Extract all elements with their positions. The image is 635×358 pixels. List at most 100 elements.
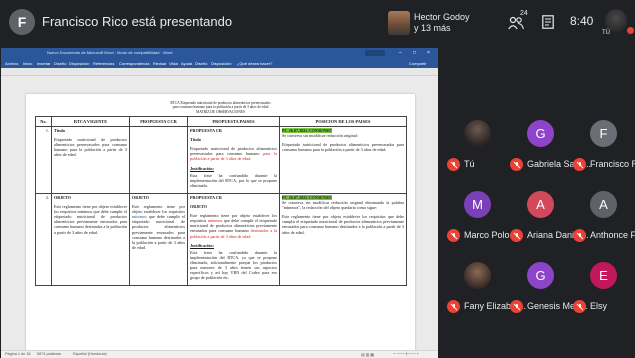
mic-off-icon: [573, 158, 586, 171]
word-ribbon-tabs: Archivo Inicio Insertar Diseño Disposici…: [1, 60, 438, 68]
participant-photo: [464, 120, 491, 147]
mic-off-icon: [510, 300, 523, 313]
document-page: RTCA Etiquetado nutricional de productos…: [26, 94, 415, 358]
mic-off-icon: [447, 300, 460, 313]
language-indicator[interactable]: Español (Honduras): [73, 352, 107, 356]
vigente-cell: Título Etiquetado nutricional de product…: [51, 126, 130, 194]
row-number: 1.: [35, 126, 52, 194]
paises-subtitle: OBJETO: [190, 204, 207, 210]
ribbon-tab[interactable]: Diseño: [195, 61, 207, 66]
paises-text: Este reglamento tiene por objeto estable…: [190, 213, 277, 238]
word-account-button[interactable]: [365, 50, 385, 56]
word-title-bar: Nuevo Documento de Microsoft Word · Modo…: [1, 48, 438, 60]
participant-tile[interactable]: M Marco Polo ...: [447, 191, 520, 251]
hector-name: Hector Godoy: [414, 12, 470, 22]
maximize-icon[interactable]: □: [413, 50, 416, 56]
share-button[interactable]: Compartir: [409, 61, 427, 66]
page-indicator[interactable]: Página 1 de 16: [5, 352, 31, 356]
ribbon-tab[interactable]: Inicio: [23, 61, 32, 66]
participant-avatar: G: [527, 262, 554, 289]
ccr-text-part: que debe cumplir el etiquetado nutricion…: [132, 214, 185, 250]
minimize-icon[interactable]: –: [399, 50, 402, 56]
ccr-text-part: Este reglamento tiene por objeto estable…: [132, 204, 185, 215]
vigente-text: Este reglamento tiene por objeto estable…: [54, 204, 127, 235]
participant-name: Tú: [464, 159, 475, 169]
posicion-cell: PC 26.07.2022 CONSENSO Se conserva sin m…: [279, 126, 407, 194]
chat-icon[interactable]: [542, 15, 554, 29]
word-title-text: Nuevo Documento de Microsoft Word · Modo…: [47, 50, 173, 55]
meeting-top-bar: F Francisco Rico está presentando Hector…: [0, 0, 635, 47]
ccr-title: OBJETO: [132, 194, 149, 200]
ribbon-tab[interactable]: Correspondencia: [119, 61, 149, 66]
mic-off-icon: [573, 300, 586, 313]
heading-line: MATRIZ DE OBSERVACIONES: [196, 109, 245, 114]
table-row: 1. Título Etiquetado nutricional de prod…: [35, 126, 407, 194]
justification-text: Esta frase ha confundido durante la impl…: [190, 249, 277, 281]
tell-me-search[interactable]: ¿Qué desea hacer?: [237, 61, 272, 66]
ribbon-tab[interactable]: Referencias: [93, 61, 114, 66]
participant-tile[interactable]: A Anthonce Fra...: [573, 191, 635, 251]
participant-avatar: E: [590, 262, 617, 289]
posicion-text: Se conserva sin modificar redacción orig…: [282, 200, 404, 211]
ribbon-tab[interactable]: Archivo: [5, 61, 18, 66]
participant-tile[interactable]: Tú: [447, 120, 510, 180]
observations-table: No. RTCA VIGENTE PROPUESTA CCR PROPUESTA…: [35, 115, 407, 287]
ccr-text: Este reglamento tiene por objeto estable…: [132, 204, 185, 250]
participant-tile[interactable]: F Francisco Rico: [573, 120, 635, 180]
participant-name: Elsy: [590, 301, 608, 311]
hector-avatar[interactable]: [388, 11, 410, 35]
people-icon[interactable]: [508, 16, 524, 30]
ribbon-tab[interactable]: Ayuda: [181, 61, 192, 66]
participant-tile[interactable]: E Elsy: [573, 262, 635, 322]
col-header-ccr: PROPUESTA CCR: [129, 115, 188, 128]
others-count: y 13 más: [414, 23, 451, 33]
posicion-text: Este reglamento tiene por objeto estable…: [282, 214, 404, 235]
self-mic-muted-indicator: [627, 27, 634, 34]
participant-tile[interactable]: G Gabriela Salin...: [510, 120, 591, 180]
presenter-avatar: F: [9, 9, 35, 35]
justification-label: Justificación:: [190, 165, 214, 171]
participant-tile[interactable]: Fany Elizabet...: [447, 262, 526, 322]
ribbon-tab[interactable]: Disposición: [211, 61, 231, 66]
col-header-no: No.: [35, 115, 52, 128]
participant-photo: [464, 262, 491, 289]
paises-cell: PROPUESTA CR Título Etiquetado nutricion…: [187, 126, 280, 194]
paises-cell: PROPUESTA CR OBJETO Este reglamento tien…: [187, 192, 280, 287]
view-buttons[interactable]: ▤ ▥ ▦: [361, 352, 374, 357]
ribbon-tab[interactable]: Disposición: [69, 61, 89, 66]
participant-avatar: A: [527, 191, 554, 218]
ribbon-tab[interactable]: Diseño: [54, 61, 66, 66]
table-row: 2. OBJETO Este reglamento tiene por obje…: [35, 192, 407, 287]
col-header-vigente: RTCA VIGENTE: [51, 115, 130, 128]
clock: 8:40: [570, 14, 594, 28]
word-status-bar: Página 1 de 16 5874 palabras Español (Ho…: [1, 350, 438, 358]
participant-avatar: M: [464, 191, 491, 218]
participant-name: Anthonce Fra...: [590, 230, 635, 240]
paises-title: PROPUESTA CR: [190, 194, 222, 200]
justification-text: Esta frase ha confundido durante la impl…: [190, 172, 277, 188]
vigente-text: Etiquetado nutricional de productos alim…: [54, 137, 127, 158]
participants-summary[interactable]: Hector Godoy y 13 más: [414, 12, 470, 34]
participant-tile[interactable]: G Genesis Men...: [510, 262, 588, 322]
participant-avatar: F: [590, 120, 617, 147]
posicion-text: Etiquetado nutricional de productos alim…: [282, 142, 404, 153]
mic-off-icon: [447, 158, 460, 171]
participant-avatar: G: [527, 120, 554, 147]
participant-name: Francisco Rico: [590, 159, 635, 169]
row-number: 2.: [35, 192, 52, 287]
vigente-title: Título: [54, 128, 65, 134]
word-count[interactable]: 5874 palabras: [37, 352, 61, 356]
participant-tile[interactable]: A Ariana Daniel...: [510, 191, 589, 251]
paises-subtitle: Título: [190, 137, 201, 143]
ribbon-tab[interactable]: Revisar: [153, 61, 167, 66]
ribbon-tab[interactable]: Insertar: [37, 61, 51, 66]
mic-off-icon: [447, 229, 460, 242]
ribbon-tab[interactable]: Vista: [169, 61, 178, 66]
zoom-slider[interactable]: ─ ───┼─── +: [393, 352, 419, 356]
document-heading: RTCA Etiquetado nutricional de productos…: [26, 101, 415, 114]
ccr-cell: [129, 126, 188, 194]
participant-avatar: A: [590, 191, 617, 218]
col-header-posicion: POSICION DE LOS PAISES: [279, 115, 407, 128]
close-icon[interactable]: ×: [427, 50, 430, 56]
shared-screen: Nuevo Documento de Microsoft Word · Modo…: [1, 48, 438, 358]
